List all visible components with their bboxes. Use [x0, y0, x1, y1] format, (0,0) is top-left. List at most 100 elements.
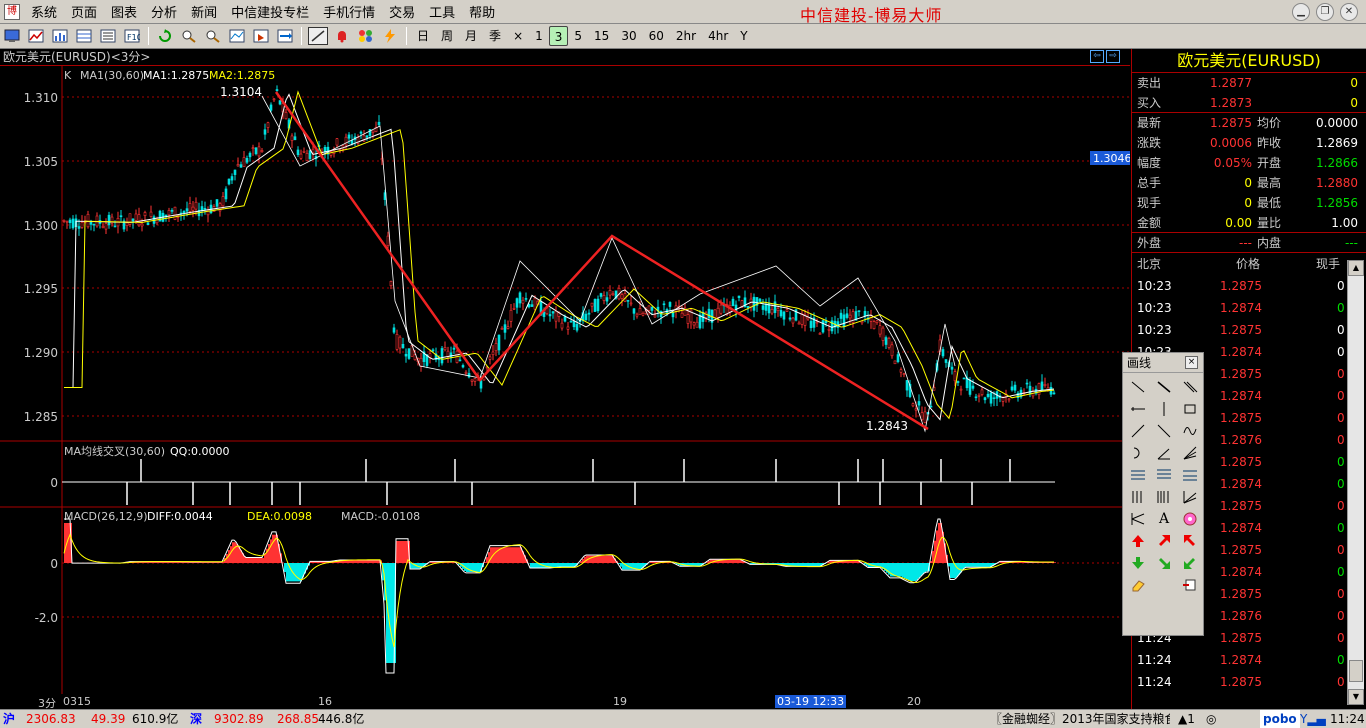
period-month[interactable]: 月 — [459, 26, 483, 46]
draw-line-icon[interactable] — [308, 27, 328, 45]
period-day[interactable]: 日 — [411, 26, 435, 46]
text-tool-icon[interactable]: A — [1151, 508, 1177, 530]
period-close[interactable]: × — [507, 26, 529, 46]
period-30min[interactable]: 30 — [615, 26, 642, 46]
menu-bar: 博 系统 页面 图表 分析 新闻 中信建投专栏 手机行情 交易 工具 帮助 中信… — [0, 0, 1366, 25]
rectangle-icon[interactable] — [1177, 398, 1203, 420]
menu-analysis[interactable]: 分析 — [144, 2, 184, 21]
tick-row: 10:23 1.2874 0 — [1132, 297, 1366, 319]
scroll-down-arrow[interactable]: ▼ — [1348, 689, 1364, 705]
candle-body — [605, 297, 609, 302]
fibonacci-icon[interactable] — [1125, 464, 1151, 486]
line-chart-icon[interactable] — [26, 27, 46, 45]
macd-bar — [536, 563, 538, 568]
menu-system[interactable]: 系统 — [24, 2, 64, 21]
arrow-up-right-icon[interactable] — [1151, 530, 1177, 552]
macd-bar — [696, 563, 698, 566]
table-icon[interactable] — [74, 27, 94, 45]
period-quarter[interactable]: 季 — [483, 26, 507, 46]
bar-chart-icon[interactable] — [50, 27, 70, 45]
period-4hr[interactable]: 4hr — [702, 26, 734, 46]
zoom-out-icon[interactable] — [203, 27, 223, 45]
menu-chart[interactable]: 图表 — [104, 2, 144, 21]
candle-body — [815, 321, 819, 324]
horizontal-line-icon[interactable] — [1125, 398, 1151, 420]
menu-column[interactable]: 中信建投专栏 — [224, 2, 316, 21]
arrow-down-icon[interactable] — [1125, 552, 1151, 574]
next-symbol-button[interactable]: ⇨ — [1106, 50, 1120, 63]
macd-bar — [898, 563, 900, 577]
period-5min[interactable]: 5 — [568, 26, 588, 46]
scroll-up-arrow[interactable]: ▲ — [1348, 260, 1364, 276]
arrow-line-icon[interactable] — [1125, 508, 1151, 530]
menu-trade[interactable]: 交易 — [382, 2, 422, 21]
macd-bar — [902, 563, 904, 578]
vertical-line-icon[interactable] — [1151, 398, 1177, 420]
menu-mobile[interactable]: 手机行情 — [316, 2, 382, 21]
y-tick-label: 1.300 — [24, 219, 58, 233]
trend-line-icon[interactable] — [1125, 420, 1151, 442]
export-icon[interactable] — [251, 27, 271, 45]
period-2hr[interactable]: 2hr — [670, 26, 702, 46]
period-1min[interactable]: 1 — [529, 26, 549, 46]
period-60min[interactable]: 60 — [643, 26, 670, 46]
gann-line-icon[interactable] — [1177, 464, 1203, 486]
angle-line-icon[interactable] — [1151, 442, 1177, 464]
app-icon[interactable]: 博 — [4, 3, 20, 20]
fan-line-icon[interactable] — [1177, 442, 1203, 464]
eraser-icon[interactable] — [1125, 574, 1151, 596]
speed-line-icon[interactable] — [1177, 486, 1203, 508]
list-icon[interactable] — [98, 27, 118, 45]
arrow-up-left-icon[interactable] — [1177, 530, 1203, 552]
indicator-icon[interactable] — [356, 27, 376, 45]
diagonal-line-icon[interactable] — [1151, 420, 1177, 442]
minimize-button[interactable]: ▁ — [1292, 3, 1310, 21]
arc-icon[interactable] — [1125, 442, 1151, 464]
ray-line-icon[interactable] — [1151, 376, 1177, 398]
restore-button[interactable]: ❐ — [1316, 3, 1334, 21]
zoom-in-icon[interactable] — [179, 27, 199, 45]
candle-body — [323, 146, 327, 152]
draw-panel-header[interactable]: 画线 × — [1123, 353, 1203, 373]
macd-bar — [356, 560, 358, 563]
f10-icon[interactable]: F10 — [122, 27, 142, 45]
scroll-thumb[interactable] — [1349, 660, 1363, 682]
arrow-down-left-icon[interactable] — [1177, 552, 1203, 574]
period-15min[interactable]: 15 — [588, 26, 615, 46]
monitor-icon[interactable] — [2, 27, 22, 45]
close-button[interactable]: ✕ — [1340, 3, 1358, 21]
tick-price: 1.2875 — [1220, 675, 1262, 689]
period-line-icon[interactable] — [1125, 486, 1151, 508]
sh-label: 沪 — [3, 712, 16, 726]
wave-curve-icon[interactable] — [1177, 420, 1203, 442]
palette-icon[interactable] — [1177, 508, 1203, 530]
price-chart[interactable]: 1.310 1.305 1.300 1.295 1.290 1.285 K MA… — [0, 66, 1130, 694]
arrow-up-icon[interactable] — [1125, 530, 1151, 552]
lightning-icon[interactable] — [380, 27, 400, 45]
tick-scrollbar[interactable]: ▲ ▼ — [1347, 260, 1364, 705]
alarm-bell-icon[interactable] — [332, 27, 352, 45]
period-week[interactable]: 周 — [435, 26, 459, 46]
fib-time-icon[interactable] — [1151, 486, 1177, 508]
delete-lines-icon[interactable] — [1177, 574, 1203, 596]
menu-tools[interactable]: 工具 — [422, 2, 462, 21]
draw-panel-close-button[interactable]: × — [1185, 356, 1198, 369]
macd-bar — [532, 563, 534, 568]
period-year[interactable]: Y — [734, 26, 753, 46]
prev-symbol-button[interactable]: ⇦ — [1090, 50, 1104, 63]
menu-news[interactable]: 新闻 — [184, 2, 224, 21]
line-segment-icon[interactable] — [1125, 376, 1151, 398]
arrow-down-right-icon[interactable] — [1151, 552, 1177, 574]
news-ticker[interactable]: 〖金融蜘经〗2013年国家支持粮食增 — [990, 710, 1170, 728]
menu-page[interactable]: 页面 — [64, 2, 104, 21]
period-3min[interactable]: 3 — [548, 26, 569, 46]
refresh-icon[interactable] — [155, 27, 175, 45]
import-icon[interactable] — [275, 27, 295, 45]
menu-help[interactable]: 帮助 — [462, 2, 502, 21]
macd-bar — [952, 563, 954, 578]
quote-row-value2: 1.2880 — [1316, 176, 1358, 190]
percent-line-icon[interactable] — [1151, 464, 1177, 486]
parallel-line-icon[interactable] — [1177, 376, 1203, 398]
alert-count[interactable]: ▲1 — [1178, 710, 1195, 728]
chart-setting-icon[interactable] — [227, 27, 247, 45]
